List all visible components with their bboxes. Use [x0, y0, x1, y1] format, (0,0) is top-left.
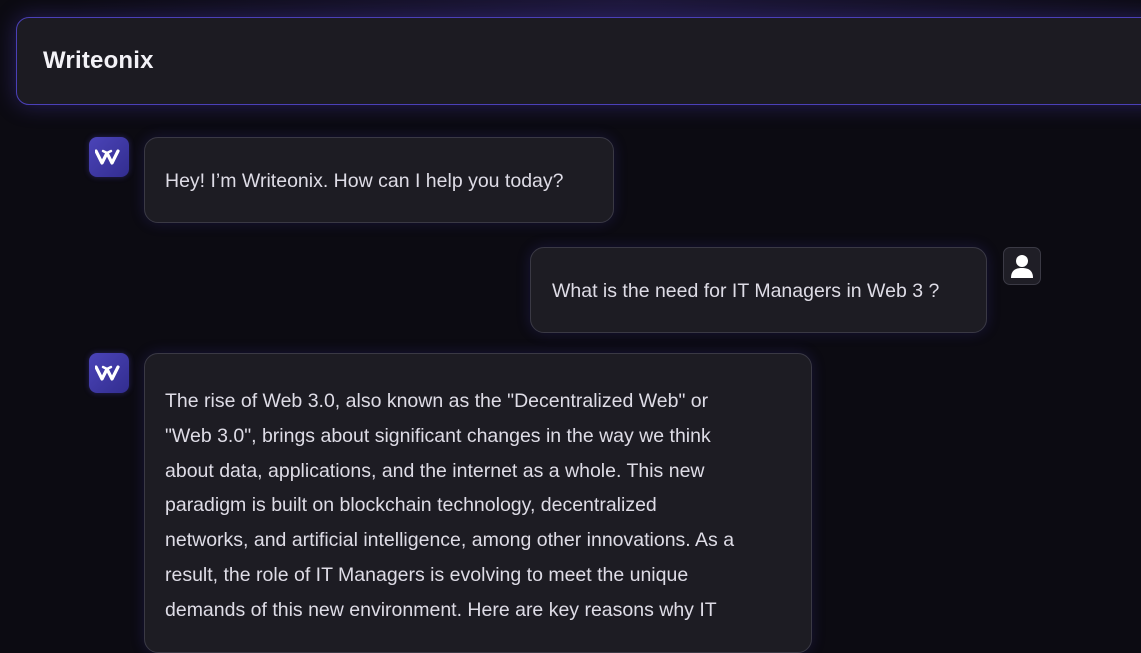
message-line: about data, applications, and the intern… [165, 459, 705, 482]
app-title: Writeonix [43, 47, 154, 74]
user-avatar-icon [1003, 247, 1041, 285]
message-line: The rise of Web 3.0, also known as the "… [165, 390, 709, 412]
message-line: paradigm is built on blockchain technolo… [165, 494, 657, 517]
message-text: What is the need for IT Managers in Web … [552, 280, 940, 302]
message-line: result, the role of IT Managers is evolv… [165, 563, 689, 586]
writeonix-logo-icon [89, 353, 129, 393]
assistant-message-bubble: Hey! I’m Writeonix. How can I help you t… [144, 137, 614, 223]
message-line: networks, and artificial intelligence, a… [165, 529, 735, 552]
message-line: "Web 3.0", brings about significant chan… [165, 424, 711, 447]
app-header: Writeonix [16, 17, 1141, 105]
message-line: demands of this new environment. Here ar… [165, 598, 717, 621]
user-message-bubble: What is the need for IT Managers in Web … [530, 247, 987, 333]
message-text: Hey! I’m Writeonix. How can I help you t… [165, 170, 564, 192]
assistant-message-bubble: The rise of Web 3.0, also known as the "… [144, 353, 812, 653]
writeonix-logo-icon [89, 137, 129, 177]
